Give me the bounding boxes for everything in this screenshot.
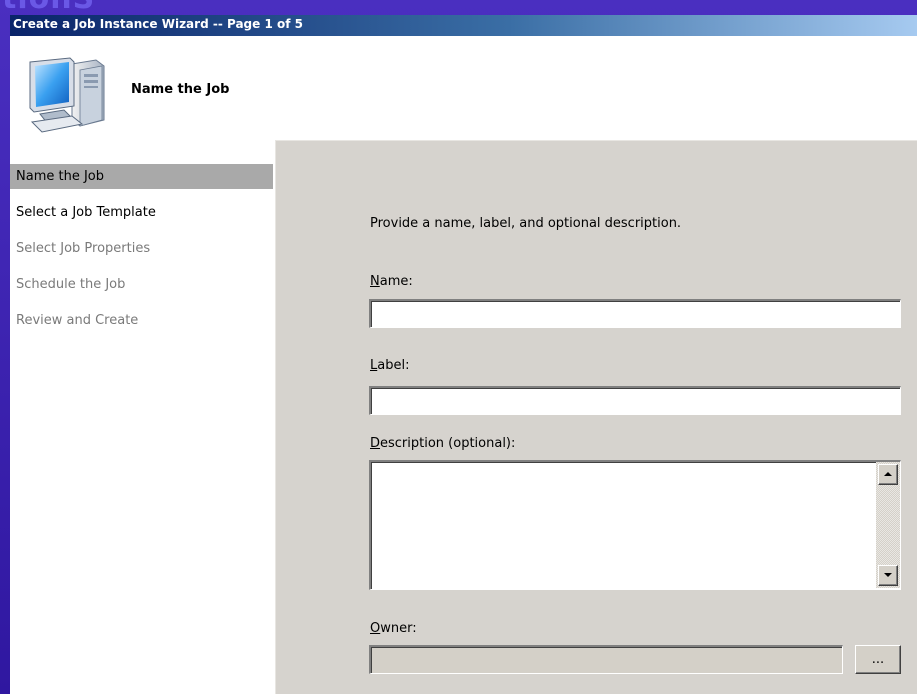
owner-label-mnemonic: O bbox=[370, 621, 381, 636]
description-label-text: escription (optional): bbox=[380, 436, 516, 451]
owner-input[interactable] bbox=[369, 645, 843, 674]
name-input[interactable] bbox=[369, 299, 901, 328]
label-input[interactable] bbox=[369, 386, 901, 415]
name-label: Name: bbox=[370, 274, 413, 289]
label-label: Label: bbox=[370, 358, 409, 373]
arrow-up-icon bbox=[884, 472, 892, 476]
description-field bbox=[369, 460, 901, 590]
sidebar-item-review-and-create: Review and Create bbox=[16, 313, 139, 328]
sidebar-item-name-the-job[interactable]: Name the Job bbox=[10, 164, 273, 189]
name-label-mnemonic: N bbox=[370, 274, 380, 289]
title-bar[interactable]: Create a Job Instance Wizard -- Page 1 o… bbox=[10, 15, 917, 36]
wizard-window: Create a Job Instance Wizard -- Page 1 o… bbox=[10, 15, 917, 694]
description-scrollbar[interactable] bbox=[876, 462, 900, 588]
arrow-down-icon bbox=[884, 573, 892, 577]
sidebar-item-select-job-properties: Select Job Properties bbox=[16, 241, 151, 256]
background-slide-text: tionS bbox=[2, 0, 95, 14]
computer-icon bbox=[29, 57, 105, 133]
sidebar-item-schedule-the-job: Schedule the Job bbox=[16, 277, 126, 292]
description-label-mnemonic: D bbox=[370, 436, 381, 451]
scroll-down-button[interactable] bbox=[878, 565, 898, 586]
owner-label: Owner: bbox=[370, 621, 417, 636]
sidebar-item-select-job-template[interactable]: Select a Job Template bbox=[10, 200, 273, 225]
wizard-header: Name the Job bbox=[10, 36, 917, 140]
window-title: Create a Job Instance Wizard -- Page 1 o… bbox=[13, 17, 303, 31]
browse-owner-button[interactable]: ... bbox=[855, 645, 901, 674]
instructions-text: Provide a name, label, and optional desc… bbox=[370, 216, 682, 231]
header-title: Name the Job bbox=[131, 82, 230, 97]
name-label-text: ame: bbox=[379, 274, 413, 289]
owner-label-text: wner: bbox=[380, 621, 417, 636]
description-textarea[interactable] bbox=[371, 462, 876, 588]
form-panel: Provide a name, label, and optional desc… bbox=[275, 140, 917, 694]
scroll-up-button[interactable] bbox=[878, 464, 898, 485]
label-label-text: abel: bbox=[377, 358, 410, 373]
description-label: Description (optional): bbox=[370, 436, 515, 451]
wizard-steps-sidebar: Name the Job Select a Job Template Selec… bbox=[10, 140, 275, 694]
